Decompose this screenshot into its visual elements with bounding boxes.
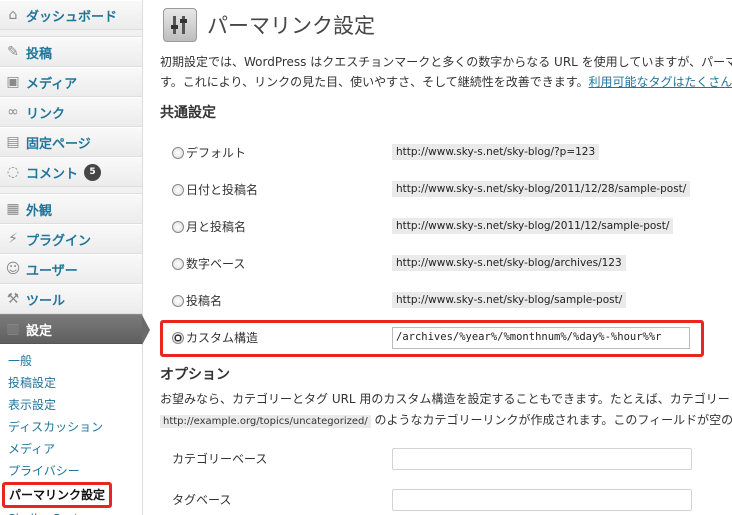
menu-item-appearance[interactable]: ▦ 外観 — [0, 194, 142, 224]
permalink-option-label: 数字ベース — [186, 257, 246, 271]
menu-item-users[interactable]: ☺ ユーザー — [0, 254, 142, 284]
permalink-example-url: http://www.sky-s.net/sky-blog/2011/12/sa… — [392, 218, 674, 234]
users-icon: ☺ — [5, 261, 21, 277]
menu-item-dashboard[interactable]: ⌂ ダッシュボード — [0, 0, 142, 30]
permalink-example-url: http://www.sky-s.net/sky-blog/archives/1… — [392, 255, 626, 271]
permalink-radio[interactable] — [172, 183, 184, 196]
permalink-option[interactable]: 投稿名 — [172, 292, 222, 309]
main-content: パーマリンク設定 初期設定では、WordPress はクエスチョンマークと多くの… — [160, 0, 732, 515]
submenu-item[interactable]: 一般 — [0, 350, 142, 372]
appearance-icon: ▦ — [6, 201, 20, 217]
menu-item-settings[interactable]: ▥ 設定 — [0, 314, 150, 345]
option-custom[interactable]: カスタム構造 — [172, 329, 258, 346]
menu-item-comment[interactable]: ◌ コメント 5 — [0, 157, 142, 187]
available-tags-link[interactable]: 利用可能なタグはたくさん — [589, 75, 732, 89]
permalink-option[interactable]: デフォルト — [172, 144, 246, 161]
menu-label: コメント — [26, 166, 79, 182]
submenu-item[interactable]: Similar Posts — [0, 508, 142, 515]
custom-radio[interactable] — [172, 331, 184, 344]
permalink-example-url: http://www.sky-s.net/sky-blog/sample-pos… — [392, 292, 627, 308]
menu-item-tools[interactable]: ⚒ ツール — [0, 284, 142, 314]
media-icon: ▣ — [6, 74, 20, 90]
menu-label: ツール — [26, 293, 66, 309]
common-settings-heading: 共通設定 — [160, 105, 216, 121]
comment-count-badge: 5 — [84, 163, 102, 181]
menu-separator — [0, 30, 142, 37]
permalink-example-url: http://www.sky-s.net/sky-blog/?p=123 — [392, 144, 600, 160]
custom-label: カスタム構造 — [186, 331, 259, 345]
submenu-item[interactable]: ディスカッション — [0, 416, 142, 438]
menu-item-link[interactable]: ∞ リンク — [0, 97, 142, 127]
permalink-radio[interactable] — [172, 220, 184, 233]
menu-label: 外観 — [26, 203, 53, 219]
menu-label: ダッシュボード — [26, 9, 118, 25]
permalink-option-label: 日付と投稿名 — [186, 183, 259, 197]
menu-label: ユーザー — [26, 263, 78, 279]
plugin-icon: ⚡ — [8, 231, 18, 247]
menu-label: 設定 — [26, 323, 53, 339]
example-url-code: http://example.org/topics/uncategorized/ — [160, 415, 371, 428]
intro-text: 初期設定では、WordPress はクエスチョンマークと多くの数字からなる UR… — [160, 52, 732, 92]
menu-label: リンク — [26, 106, 66, 122]
settings-sliders-icon — [163, 8, 197, 42]
options-description: お望みなら、カテゴリーとタグ URL 用のカスタム構造を設定することもできます。… — [160, 389, 732, 432]
link-icon: ∞ — [7, 104, 19, 120]
options-text-line-1: お望みなら、カテゴリーとタグ URL 用のカスタム構造を設定することもできます。… — [160, 392, 730, 406]
submenu-item[interactable]: メディア — [0, 438, 142, 460]
intro-line-1: 初期設定では、WordPress はクエスチョンマークと多くの数字からなる UR… — [160, 55, 732, 69]
permalink-option-label: 月と投稿名 — [186, 220, 247, 234]
permalink-option[interactable]: 日付と投稿名 — [172, 181, 258, 198]
pages-icon: ▤ — [6, 134, 20, 150]
submenu-item[interactable]: 投稿設定 — [0, 372, 142, 394]
tag-base-label: タグベース — [172, 493, 232, 507]
tools-icon: ⚒ — [6, 291, 20, 307]
permalink-option-label: デフォルト — [186, 146, 247, 160]
category-base-input[interactable] — [392, 448, 692, 470]
permalink-option-label: 投稿名 — [186, 294, 223, 308]
settings-icon: ▥ — [6, 321, 20, 337]
admin-sidebar: ⌂ ダッシュボード ✎ 投稿 ▣ メディア ∞ リンク ▤ 固定ページ ◌ コメント 5 ▦ 外観 ⚡ プラグイ… — [0, 0, 150, 515]
options-heading: オプション — [160, 367, 230, 383]
tag-base-input[interactable] — [392, 489, 692, 511]
submenu-item[interactable]: パーマリンク設定 — [2, 482, 112, 508]
submenu-item[interactable]: 表示設定 — [0, 394, 142, 416]
permalink-example-url: http://www.sky-s.net/sky-blog/2011/12/28… — [392, 181, 691, 197]
settings-submenu: 一般投稿設定表示設定ディスカッションメディアプライバシーパーマリンク設定Simi… — [0, 344, 142, 515]
page-header: パーマリンク設定 — [163, 8, 375, 42]
permalink-option[interactable]: 数字ベース — [172, 255, 245, 272]
page-title: パーマリンク設定 — [207, 14, 375, 38]
menu-item-media[interactable]: ▣ メディア — [0, 67, 142, 97]
menu-label: プラグイン — [26, 233, 92, 249]
comment-icon: ◌ — [6, 164, 20, 180]
menu-label: 固定ページ — [26, 136, 91, 152]
menu-item-pin[interactable]: ✎ 投稿 — [0, 37, 142, 67]
permalink-option[interactable]: 月と投稿名 — [172, 218, 246, 235]
submenu-item[interactable]: プライバシー — [0, 460, 142, 482]
options-text-line-2: のようなカテゴリーリンクが作成されます。このフィールドが空の場 — [370, 413, 732, 427]
menu-item-pages[interactable]: ▤ 固定ページ — [0, 127, 142, 157]
custom-structure-input[interactable]: /archives/%year%/%monthnum%/%day%-%hour%… — [392, 327, 690, 349]
permalink-radio[interactable] — [172, 257, 184, 270]
permalink-radio[interactable] — [172, 294, 184, 307]
pin-icon: ✎ — [7, 44, 19, 60]
dashboard-icon: ⌂ — [8, 7, 18, 23]
category-base-label: カテゴリーベース — [172, 452, 268, 466]
intro-line-2: す。これにより、リンクの見た目、使いやすさ、そして継続性を改善できます。 — [160, 75, 589, 89]
menu-label: メディア — [26, 76, 78, 92]
menu-item-plugin[interactable]: ⚡ プラグイン — [0, 224, 142, 254]
menu-label: 投稿 — [26, 46, 53, 62]
menu-separator — [0, 187, 142, 194]
permalink-radio[interactable] — [172, 146, 184, 159]
